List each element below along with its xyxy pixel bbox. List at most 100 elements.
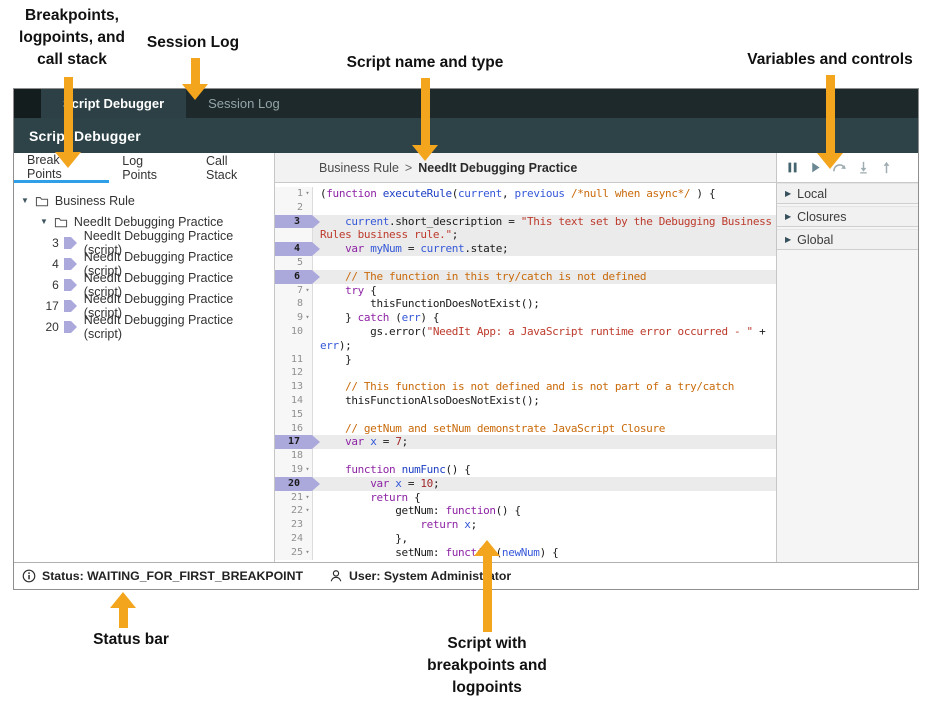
code-text[interactable]: function numFunc() { xyxy=(313,463,776,477)
code-line[interactable]: 14 thisFunctionAlsoDoesNotExist(); xyxy=(275,394,776,408)
code-text[interactable]: thisFunctionDoesNotExist(); xyxy=(313,297,776,311)
code-text[interactable]: var myNum = current.state; xyxy=(313,242,776,256)
gutter-cell[interactable]: 13 xyxy=(275,380,313,394)
code-text[interactable]: thisFunctionAlsoDoesNotExist(); xyxy=(313,394,776,408)
code-text[interactable]: (function executeRule(current, previous … xyxy=(313,187,776,201)
gutter-cell[interactable]: 1▾ xyxy=(275,187,313,201)
fold-arrow-icon[interactable]: ▾ xyxy=(303,284,312,298)
gutter-cell[interactable]: 12 xyxy=(275,366,313,380)
code-text[interactable]: try { xyxy=(313,284,776,298)
code-text[interactable] xyxy=(313,201,776,215)
gutter-cell[interactable]: 5 xyxy=(275,256,313,270)
code-line[interactable]: err); xyxy=(275,339,776,353)
code-text[interactable]: err); xyxy=(313,339,776,353)
code-text[interactable]: return { xyxy=(313,491,776,505)
code-text[interactable]: } catch (err) { xyxy=(313,311,776,325)
code-text[interactable] xyxy=(313,256,776,270)
gutter-cell[interactable]: 20 xyxy=(275,477,313,491)
code-line[interactable]: 16 // getNum and setNum demonstrate Java… xyxy=(275,422,776,436)
scope-closures[interactable]: ▶Closures xyxy=(777,206,918,227)
code-line[interactable]: 13 // This function is not defined and i… xyxy=(275,380,776,394)
code-line[interactable]: 3 current.short_description = "This text… xyxy=(275,215,776,229)
breadcrumb-parent[interactable]: Business Rule xyxy=(319,161,399,175)
code-area[interactable]: 1▾(function executeRule(current, previou… xyxy=(275,183,776,562)
breakpoint-list-item[interactable]: 20NeedIt Debugging Practice (script) xyxy=(14,316,274,337)
code-text[interactable] xyxy=(313,449,776,463)
fold-arrow-icon[interactable]: ▾ xyxy=(303,504,312,518)
gutter-cell[interactable]: 9▾ xyxy=(275,311,313,325)
gutter-cell[interactable]: 4 xyxy=(275,242,313,256)
code-text[interactable] xyxy=(313,366,776,380)
code-line[interactable]: 22▾ getNum: function() { xyxy=(275,504,776,518)
gutter-cell[interactable]: 10 xyxy=(275,325,313,339)
gutter-cell[interactable]: 22▾ xyxy=(275,504,313,518)
gutter-cell[interactable]: 6 xyxy=(275,270,313,284)
pause-icon[interactable] xyxy=(786,161,799,174)
code-line[interactable]: 17 var x = 7; xyxy=(275,435,776,449)
code-line[interactable]: 2 xyxy=(275,201,776,215)
code-text[interactable]: var x = 10; xyxy=(313,477,776,491)
gutter-breakpoint-icon[interactable]: 17 xyxy=(275,435,312,449)
gutter-cell[interactable] xyxy=(275,228,313,242)
code-text[interactable]: // The function in this try/catch is not… xyxy=(313,270,776,284)
code-line[interactable]: 23 return x; xyxy=(275,518,776,532)
gutter-cell[interactable]: 8 xyxy=(275,297,313,311)
code-line[interactable]: 25▾ setNum: function(newNum) { xyxy=(275,546,776,560)
gutter-cell[interactable]: 24 xyxy=(275,532,313,546)
code-line[interactable]: 10 gs.error("NeedIt App: a JavaScript ru… xyxy=(275,325,776,339)
gutter-cell[interactable]: 19▾ xyxy=(275,463,313,477)
breakpoint-marker-icon[interactable] xyxy=(64,258,77,270)
gutter-cell[interactable]: 16 xyxy=(275,422,313,436)
code-text[interactable]: getNum: function() { xyxy=(313,504,776,518)
gutter-cell[interactable] xyxy=(275,339,313,353)
breakpoint-marker-icon[interactable] xyxy=(64,321,77,333)
code-text[interactable]: setNum: function(newNum) { xyxy=(313,546,776,560)
fold-arrow-icon[interactable]: ▾ xyxy=(303,463,312,477)
breakpoint-marker-icon[interactable] xyxy=(64,300,77,312)
code-text[interactable]: gs.error("NeedIt App: a JavaScript runti… xyxy=(313,325,776,339)
code-line[interactable]: 20 var x = 10; xyxy=(275,477,776,491)
code-text[interactable]: }, xyxy=(313,532,776,546)
code-text[interactable]: } xyxy=(313,353,776,367)
code-line[interactable]: 8 thisFunctionDoesNotExist(); xyxy=(275,297,776,311)
code-line[interactable]: 12 xyxy=(275,366,776,380)
gutter-cell[interactable]: 23 xyxy=(275,518,313,532)
code-line[interactable]: 19▾ function numFunc() { xyxy=(275,463,776,477)
fold-arrow-icon[interactable]: ▾ xyxy=(303,187,312,201)
scope-local[interactable]: ▶Local xyxy=(777,183,918,204)
tree-folder-business-rule[interactable]: ▼Business Rule xyxy=(14,190,274,211)
gutter-cell[interactable]: 14 xyxy=(275,394,313,408)
fold-arrow-icon[interactable]: ▾ xyxy=(303,546,312,560)
code-line[interactable]: 24 }, xyxy=(275,532,776,546)
code-line[interactable]: 11 } xyxy=(275,353,776,367)
code-text[interactable]: // getNum and setNum demonstrate JavaScr… xyxy=(313,422,776,436)
gutter-cell[interactable]: 3 xyxy=(275,215,313,229)
fold-arrow-icon[interactable]: ▾ xyxy=(303,311,312,325)
code-text[interactable]: current.short_description = "This text s… xyxy=(313,215,776,229)
gutter-breakpoint-icon[interactable]: 3 xyxy=(275,215,312,229)
code-line[interactable]: 18 xyxy=(275,449,776,463)
gutter-cell[interactable]: 17 xyxy=(275,435,313,449)
tab-call-stack[interactable]: Call Stack xyxy=(193,153,274,183)
code-text[interactable]: var x = 7; xyxy=(313,435,776,449)
tab-log-points[interactable]: Log Points xyxy=(109,153,193,183)
code-line[interactable]: 21▾ return { xyxy=(275,491,776,505)
collapse-triangle-icon[interactable]: ▼ xyxy=(21,196,29,205)
scope-global[interactable]: ▶Global xyxy=(777,229,918,250)
gutter-breakpoint-icon[interactable]: 6 xyxy=(275,270,312,284)
gutter-cell[interactable]: 21▾ xyxy=(275,491,313,505)
gutter-cell[interactable]: 2 xyxy=(275,201,313,215)
code-line[interactable]: 1▾(function executeRule(current, previou… xyxy=(275,187,776,201)
collapse-triangle-icon[interactable]: ▼ xyxy=(40,217,48,226)
gutter-cell[interactable]: 15 xyxy=(275,408,313,422)
code-line[interactable]: 9▾ } catch (err) { xyxy=(275,311,776,325)
gutter-cell[interactable]: 18 xyxy=(275,449,313,463)
code-line[interactable]: 5 xyxy=(275,256,776,270)
fold-arrow-icon[interactable]: ▾ xyxy=(303,491,312,505)
code-line[interactable]: 15 xyxy=(275,408,776,422)
code-text[interactable]: // This function is not defined and is n… xyxy=(313,380,776,394)
gutter-cell[interactable]: 11 xyxy=(275,353,313,367)
breakpoint-marker-icon[interactable] xyxy=(64,279,77,291)
gutter-breakpoint-icon[interactable]: 20 xyxy=(275,477,312,491)
code-text[interactable]: return x; xyxy=(313,518,776,532)
